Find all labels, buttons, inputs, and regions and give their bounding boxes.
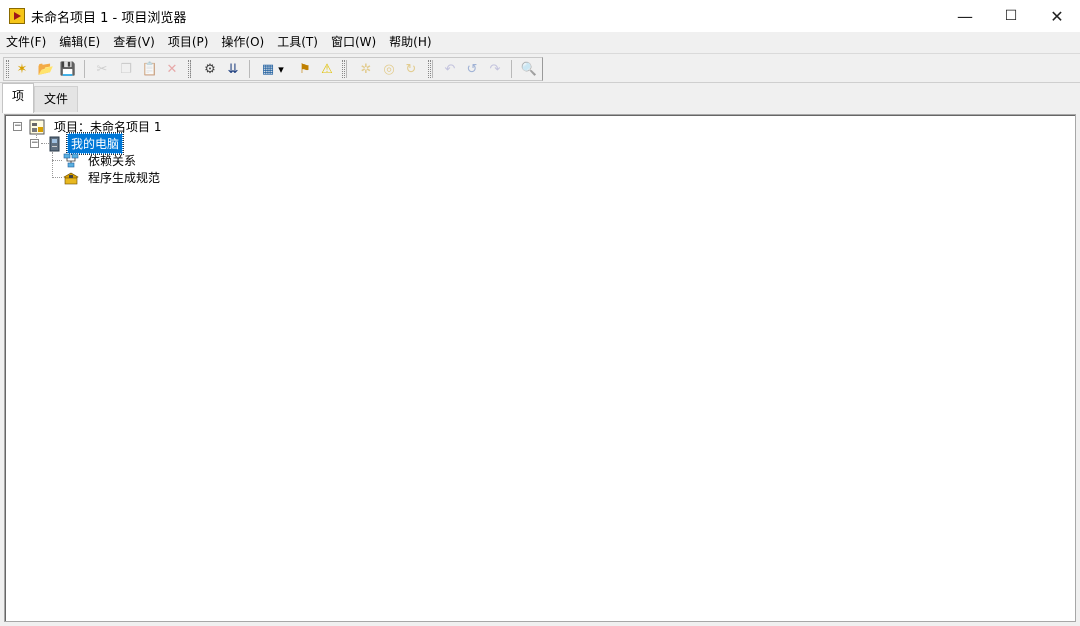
warning-icon[interactable]: ⚠	[317, 59, 337, 79]
delete-icon[interactable]: ✕	[162, 59, 182, 79]
computer-icon	[47, 136, 63, 152]
tab-items[interactable]: 项	[2, 83, 34, 113]
menu-help[interactable]: 帮助(H)	[383, 32, 438, 52]
cut-icon[interactable]: ✂	[92, 59, 112, 79]
toolbar-grip[interactable]	[428, 60, 431, 78]
toolbar-separator	[346, 60, 347, 78]
build-icon[interactable]: ⚙	[200, 59, 220, 79]
tree-connector	[52, 152, 53, 178]
toolbar-separator	[432, 60, 433, 78]
properties-icon[interactable]: ⚑	[295, 59, 315, 79]
collapse-computer-icon[interactable]: −	[30, 139, 39, 148]
tree-item-my-computer[interactable]: 我的电脑	[47, 132, 125, 155]
toolbar-separator	[511, 60, 512, 78]
paste-icon[interactable]: 📋	[140, 59, 160, 79]
tab-strip: 文件 项	[0, 83, 1080, 113]
folder-sync-icon[interactable]: ↻	[401, 59, 421, 79]
collapse-root-icon[interactable]: −	[13, 122, 22, 131]
tree-item-dependencies[interactable]: 依赖关系	[63, 152, 139, 169]
tree-label-build-specifications: 程序生成规范	[88, 171, 161, 185]
tab-files[interactable]: 文件	[34, 86, 78, 112]
toolbar-separator	[84, 60, 85, 78]
dropdown-arrow-icon[interactable]: ▾	[276, 59, 286, 79]
menu-window[interactable]: 窗口(W)	[325, 32, 383, 52]
menu-bar: 文件(F) 编辑(E) 查看(V) 项目(P) 操作(O) 工具(T) 窗口(W…	[0, 32, 1080, 52]
toolbar-separator	[249, 60, 250, 78]
refresh-icon[interactable]: ◎	[379, 59, 399, 79]
undo-arrow-icon[interactable]: ↺	[462, 59, 482, 79]
new-icon[interactable]: ✶	[12, 59, 32, 79]
bottom-edge	[0, 622, 1080, 626]
project-icon	[29, 119, 45, 135]
close-button[interactable]: ✕	[1034, 0, 1080, 32]
menu-edit[interactable]: 编辑(E)	[53, 32, 107, 52]
menu-view[interactable]: 查看(V)	[107, 32, 162, 52]
title-bar: 未命名项目 1 - 项目浏览器 — ☐ ✕	[0, 0, 1080, 32]
redo-icon[interactable]: ↷	[485, 59, 505, 79]
project-tree-panel[interactable]: − 项目：未命名项目 1 − 我的电脑 依赖关系 程序生成规范	[4, 114, 1076, 622]
window-title: 未命名项目 1 - 项目浏览器	[31, 10, 187, 26]
toolbar-grip[interactable]	[342, 60, 345, 78]
view-icon[interactable]: ▦	[258, 59, 278, 79]
labview-app-icon	[9, 8, 25, 24]
menu-project[interactable]: 项目(P)	[162, 32, 216, 52]
deploy-icon[interactable]: ⇊	[223, 59, 243, 79]
find-icon[interactable]: 🔍	[519, 59, 539, 79]
toolbar-grip[interactable]	[188, 60, 191, 78]
build-spec-icon	[63, 170, 79, 186]
maximize-button[interactable]: ☐	[988, 0, 1034, 32]
minimize-button[interactable]: —	[942, 0, 988, 32]
menu-file[interactable]: 文件(F)	[0, 32, 53, 52]
copy-icon[interactable]: ❐	[116, 59, 136, 79]
menu-tools[interactable]: 工具(T)	[271, 32, 325, 52]
toolbar-grip[interactable]	[6, 60, 9, 78]
toolbar: ✶ 📂 💾 ✂ ❐ 📋 ✕ ⚙ ⇊ ▦ ▾ ⚑ ⚠ ✲ ◎ ↻ ↶ ↺ ↷ 🔍	[0, 53, 1080, 83]
dependencies-icon	[63, 153, 79, 169]
menu-operate[interactable]: 操作(O)	[215, 32, 271, 52]
save-all-icon[interactable]: 💾	[58, 59, 78, 79]
open-icon[interactable]: 📂	[36, 59, 56, 79]
resolve-icon[interactable]: ✲	[356, 59, 376, 79]
tree-connector	[52, 160, 62, 161]
tree-item-build-specifications[interactable]: 程序生成规范	[63, 169, 163, 186]
undo-icon[interactable]: ↶	[440, 59, 460, 79]
tree-connector	[52, 177, 62, 178]
